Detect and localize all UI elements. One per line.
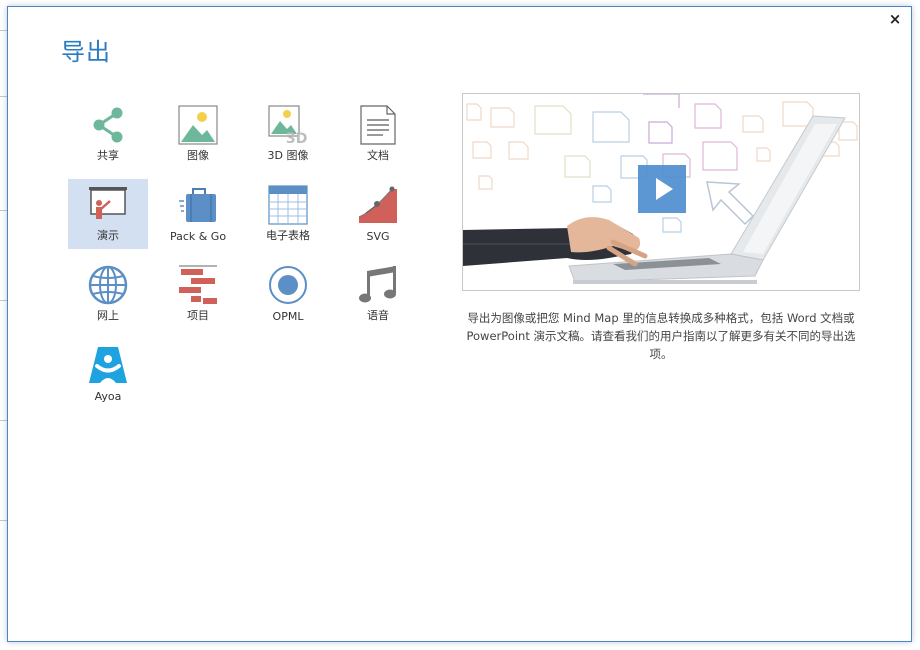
presentation-icon [89,187,127,219]
document-icon [360,105,396,145]
tile-label: 项目 [187,309,209,322]
music-note-icon [359,266,396,303]
tile-label: 文档 [367,149,389,162]
export-option-project[interactable]: 项目 [158,259,238,329]
tile-label: Ayoa [94,390,122,403]
export-option-document[interactable]: 文档 [338,99,418,169]
svg-icon [358,186,397,223]
briefcase-icon [179,188,216,222]
tile-label: OPML [272,310,304,323]
tile-label: Pack & Go [169,230,227,243]
tile-label: 图像 [187,149,209,162]
export-option-image[interactable]: 图像 [158,99,238,169]
export-option-share[interactable]: 共享 [68,99,148,169]
tile-label: 演示 [97,229,119,242]
tile-label: 3D 图像 [267,149,309,162]
export-video-preview[interactable] [462,93,860,291]
tile-label: 电子表格 [266,229,310,242]
play-button[interactable] [638,165,686,213]
export-option-opml[interactable]: OPML [248,259,328,329]
opml-icon [269,266,307,304]
ayoa-logo-icon [89,347,127,383]
close-button[interactable]: × [887,11,903,27]
export-option-audio[interactable]: 语音 [338,259,418,329]
export-description: 导出为图像或把您 Mind Map 里的信息转换成多种格式，包括 Word 文档… [466,311,856,361]
tile-label: 网上 [97,309,119,322]
export-option-3d-image[interactable]: 3D 3D 图像 [248,99,328,169]
export-option-ayoa[interactable]: Ayoa [68,339,148,409]
image-icon [178,105,218,145]
export-dialog: × 导出 共享 图像 3D 3D 图像 文档 演示 Pack & Go 电子表格… [7,6,912,642]
globe-icon [88,265,128,305]
spreadsheet-icon [268,185,308,225]
share-icon [93,107,123,143]
svg-text:3D: 3D [286,131,307,145]
dialog-title: 导出 [61,38,111,66]
tile-label: 语音 [367,309,389,322]
export-option-svg[interactable]: SVG [338,179,418,249]
3d-image-icon: 3D [268,105,307,145]
tile-label: 共享 [97,149,119,162]
play-icon [656,178,673,200]
export-option-spreadsheet[interactable]: 电子表格 [248,179,328,249]
export-option-presentation[interactable]: 演示 [68,179,148,249]
tile-label: SVG [366,230,390,243]
export-option-pack-and-go[interactable]: Pack & Go [158,179,238,249]
export-option-web[interactable]: 网上 [68,259,148,329]
project-gantt-icon [179,265,217,304]
